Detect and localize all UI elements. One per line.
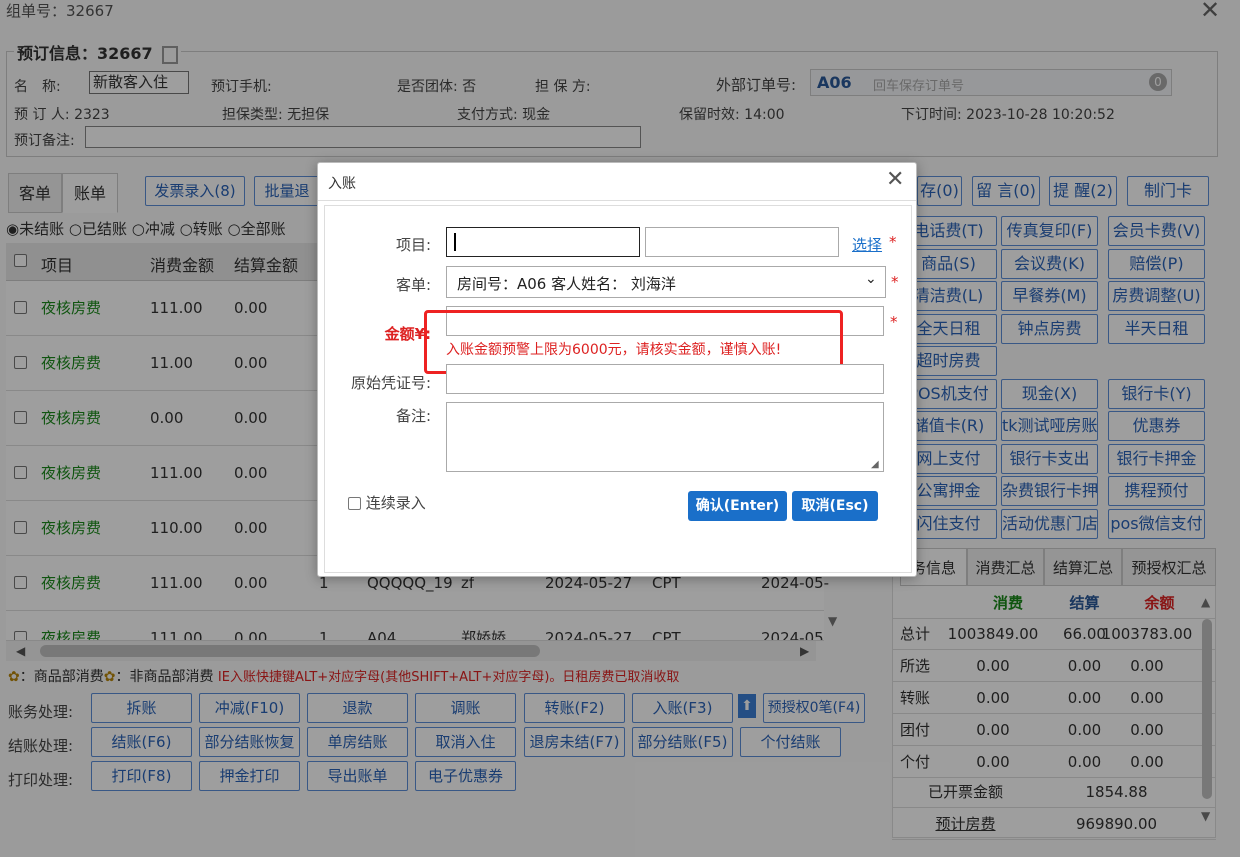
amount-required-star: * [890,313,898,331]
continuous-label: 连续录入 [365,494,426,512]
dialog-title: 入账 [328,176,356,192]
entry-dialog: 入账 ✕ 项目: 选择 * 客单: 房间号：A06 客人姓名： 刘海洋 ⌄ * … [317,162,917,577]
dialog-close-icon[interactable]: ✕ [886,167,904,192]
dialog-header: 入账 ✕ [318,163,916,201]
item-label: 项目: [395,236,431,254]
select-link[interactable]: 选择 [852,234,882,255]
chevron-down-icon: ⌄ [865,271,877,287]
voucher-input[interactable] [446,364,884,394]
item-name-input[interactable] [645,227,839,257]
continuous-checkbox[interactable] [348,497,361,510]
continuous-entry[interactable]: 连续录入 [348,492,426,513]
item-required-star: * [889,233,897,251]
bill-select-value: 房间号：A06 客人姓名： 刘海洋 [457,275,676,293]
item-code-input[interactable] [446,227,640,257]
confirm-button[interactable]: 确认(Enter) [688,491,787,521]
bill-required-star: * [891,273,899,291]
bill-select[interactable]: 房间号：A06 客人姓名： 刘海洋 ⌄ [446,266,886,298]
cancel-button[interactable]: 取消(Esc) [792,491,878,521]
remark-textarea[interactable]: ◢ [446,402,884,472]
resize-handle-icon[interactable]: ◢ [871,459,879,470]
voucher-label: 原始凭证号: [350,374,431,392]
amount-label: 金额¥: [384,325,431,343]
text-cursor [454,233,456,251]
remark-label: 备注: [395,407,431,425]
bill-label: 客单: [395,276,431,294]
